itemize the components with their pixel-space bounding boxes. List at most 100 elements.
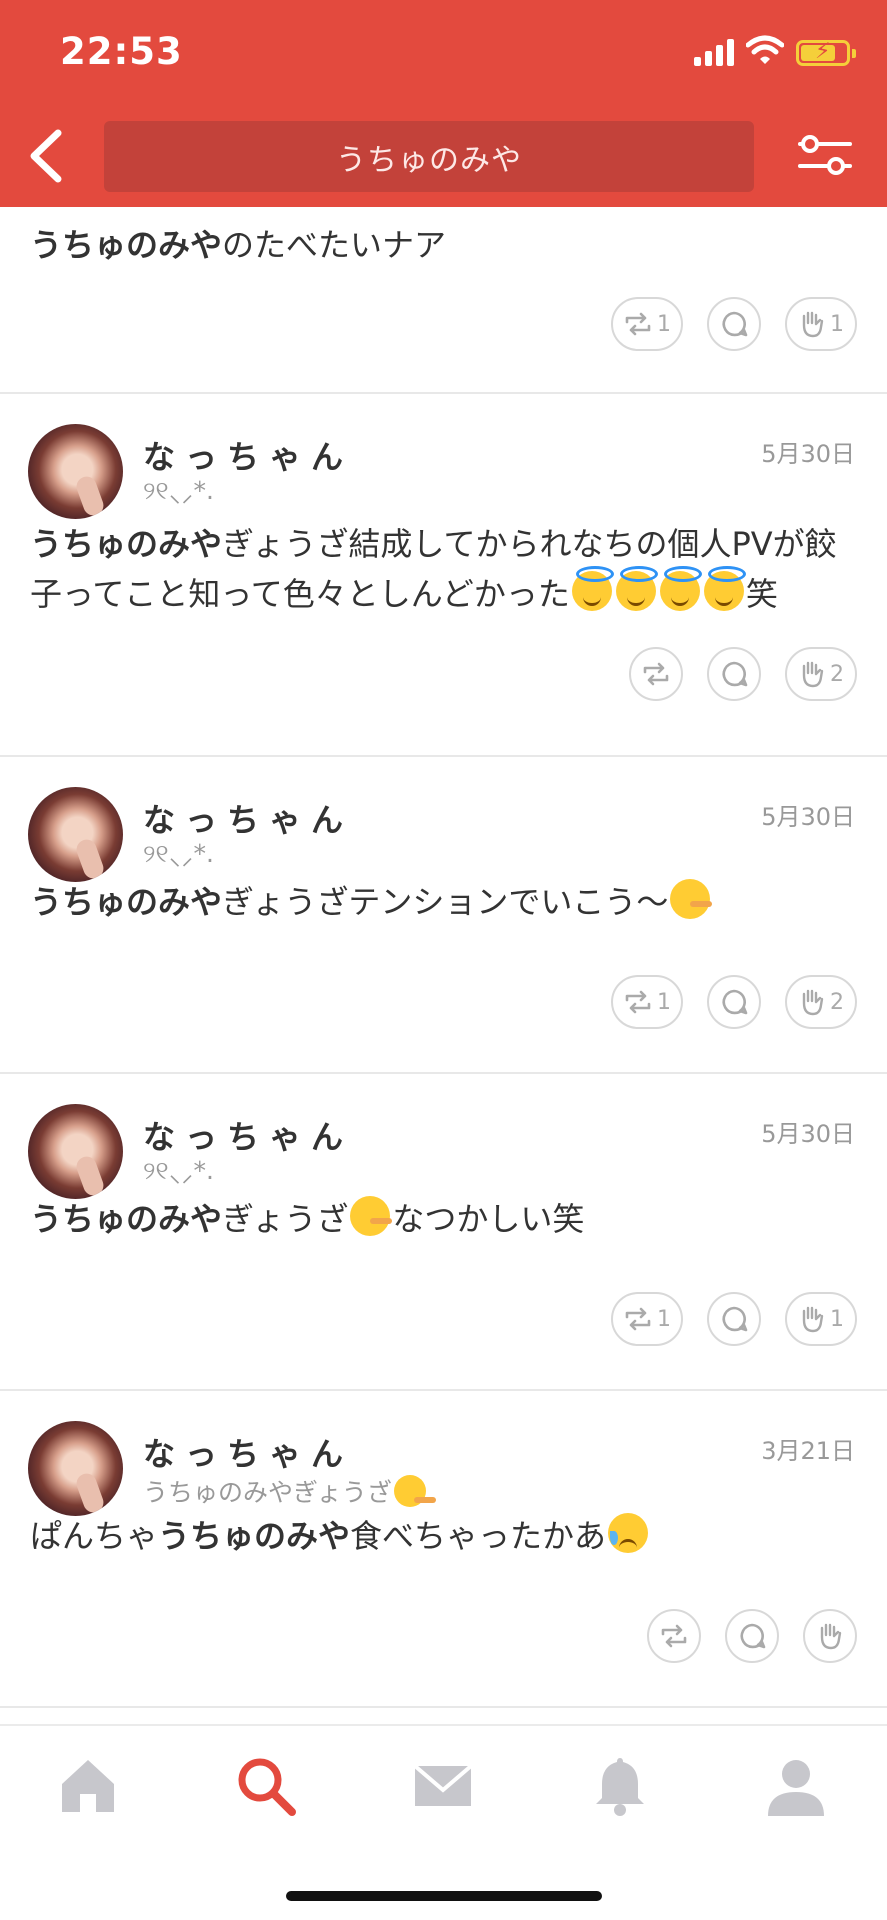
clap-hand-icon [802, 989, 824, 1016]
user-subline: ୨୧‪⸜‪⸝‬*. [143, 839, 214, 868]
post-date: 5月30日 [761, 803, 855, 831]
wifi-icon [746, 35, 784, 64]
cellular-signal-icon [694, 38, 736, 66]
avatar[interactable] [28, 1104, 123, 1199]
user-subline-text: うちゅのみやぎょうざ [143, 1478, 392, 1507]
post-body: うちゅのみやのたべたいナア [30, 220, 865, 270]
reply-bubble-icon [722, 661, 748, 687]
post-text: 食べちゃったかあ [350, 1517, 607, 1555]
reply-bubble-icon [722, 311, 748, 337]
post-actions: 1 1 [611, 297, 857, 351]
clap-hand-icon [802, 1306, 824, 1333]
post-card[interactable]: なっちゃん ୨୧‪⸜‪⸝‬*. 5月30日 うちゅのみやぎょうざ結成してかられな… [0, 394, 887, 757]
clap-hand-icon [802, 311, 824, 338]
lying-face-icon [350, 1196, 393, 1236]
post-body: ぱんちゃうちゅのみや食べちゃったかあ [30, 1511, 865, 1561]
home-indicator[interactable] [286, 1891, 602, 1901]
post-date: 3月21日 [761, 1437, 855, 1465]
post-card[interactable]: うちゅのみやのたべたいナア 1 1 [0, 207, 887, 394]
sad-but-relieved-face-icon [608, 1513, 649, 1553]
avatar[interactable] [28, 424, 123, 519]
repost-button[interactable]: 1 [611, 975, 683, 1029]
smiling-face-with-halo-icon [659, 566, 702, 611]
search-results-feed[interactable]: うちゅのみやのたべたいナア 1 1 なっちゃん ୨୧‪⸜‪⸝‬*. 5月30日 … [0, 207, 887, 1708]
avatar[interactable] [28, 1421, 123, 1516]
search-input[interactable]: うちゅのみや [104, 121, 754, 192]
post-text: ぎょうざ [222, 1200, 349, 1238]
post-date: 5月30日 [761, 1120, 855, 1148]
search-icon[interactable] [234, 1754, 298, 1818]
lying-face-icon [393, 1475, 436, 1507]
mail-icon[interactable] [411, 1754, 475, 1818]
post-card[interactable]: なっちゃん ୨୧‪⸜‪⸝‬*. 5月30日 うちゅのみやぎょうざテンションでいこ… [0, 757, 887, 1074]
username[interactable]: なっちゃん [143, 1429, 353, 1475]
smiling-face-with-halo-icon [571, 566, 614, 611]
repost-button[interactable]: 1 [611, 297, 683, 351]
post-body: うちゅのみやぎょうざテンションでいこう〜 [30, 877, 865, 927]
repost-icon [625, 1307, 651, 1331]
post-text-lead: ぱんちゃ [30, 1517, 159, 1555]
keyword-highlight: うちゅのみや [158, 1517, 351, 1555]
post-body: うちゅのみやぎょうざ結成してかられなちの個人PVが餃子ってこと知って色々としんど… [30, 519, 865, 619]
keyword-highlight: うちゅのみや [30, 525, 223, 563]
clap-hand-icon [820, 1623, 842, 1650]
keyword-highlight: うちゅのみや [30, 883, 223, 921]
smiling-face-with-halo-icon [615, 566, 658, 611]
username[interactable]: なっちゃん [143, 795, 353, 841]
repost-button[interactable] [629, 647, 683, 701]
repost-count: 1 [657, 989, 671, 1015]
post-actions [647, 1609, 857, 1663]
clap-button[interactable]: 2 [785, 975, 857, 1029]
post-text-tail: なつかしい笑 [392, 1200, 585, 1238]
clap-count: 2 [830, 989, 844, 1015]
reply-button[interactable] [707, 647, 761, 701]
post-date: 5月30日 [761, 440, 855, 468]
home-icon[interactable] [56, 1754, 120, 1818]
avatar[interactable] [28, 787, 123, 882]
repost-button[interactable]: 1 [611, 1292, 683, 1346]
smiling-face-with-halo-icon [703, 566, 746, 611]
repost-icon [625, 312, 651, 336]
repost-button[interactable] [647, 1609, 701, 1663]
clap-count: 1 [830, 1306, 844, 1332]
clap-button[interactable]: 2 [785, 647, 857, 701]
reply-bubble-icon [740, 1623, 766, 1649]
post-actions: 2 [629, 647, 857, 701]
post-text: ぎょうざテンションでいこう〜 [222, 883, 669, 921]
repost-icon [643, 662, 669, 686]
clap-count: 2 [830, 661, 844, 687]
user-subline: うちゅのみやぎょうざ [143, 1473, 436, 1509]
username[interactable]: なっちゃん [143, 432, 353, 478]
clap-hand-icon [802, 661, 824, 688]
username[interactable]: なっちゃん [143, 1112, 353, 1158]
user-subline: ୨୧‪⸜‪⸝‬*. [143, 1156, 214, 1185]
repost-icon [661, 1624, 687, 1648]
keyword-highlight: うちゅのみや [30, 1200, 223, 1238]
post-text-tail: 笑 [745, 575, 778, 613]
clap-count: 1 [830, 311, 844, 337]
reply-bubble-icon [722, 989, 748, 1015]
clap-button[interactable]: 1 [785, 1292, 857, 1346]
clap-button[interactable]: 1 [785, 297, 857, 351]
post-body: うちゅのみやぎょうざ なつかしい笑 [30, 1194, 865, 1244]
filter-sliders-icon[interactable] [796, 130, 854, 180]
keyword-highlight: うちゅのみや [30, 226, 223, 264]
bell-icon[interactable] [588, 1754, 652, 1818]
post-text: のたべたいナア [222, 226, 447, 264]
post-card[interactable]: なっちゃん うちゅのみやぎょうざ 3月21日 ぱんちゃうちゅのみや食べちゃったか… [0, 1391, 887, 1708]
post-card[interactable]: なっちゃん ୨୧‪⸜‪⸝‬*. 5月30日 うちゅのみやぎょうざ なつかしい笑 1… [0, 1074, 887, 1391]
repost-count: 1 [657, 311, 671, 337]
post-actions: 1 1 [611, 1292, 857, 1346]
reply-button[interactable] [707, 975, 761, 1029]
back-chevron-icon[interactable] [22, 125, 72, 187]
reply-button[interactable] [725, 1609, 779, 1663]
reply-button[interactable] [707, 1292, 761, 1346]
post-actions: 1 2 [611, 975, 857, 1029]
lying-face-icon [670, 879, 713, 919]
repost-icon [625, 990, 651, 1014]
status-time: 22:53 [60, 30, 183, 73]
clap-button[interactable] [803, 1609, 857, 1663]
profile-icon[interactable] [764, 1754, 828, 1818]
reply-button[interactable] [707, 297, 761, 351]
user-subline: ୨୧‪⸜‪⸝‬*. [143, 476, 214, 505]
